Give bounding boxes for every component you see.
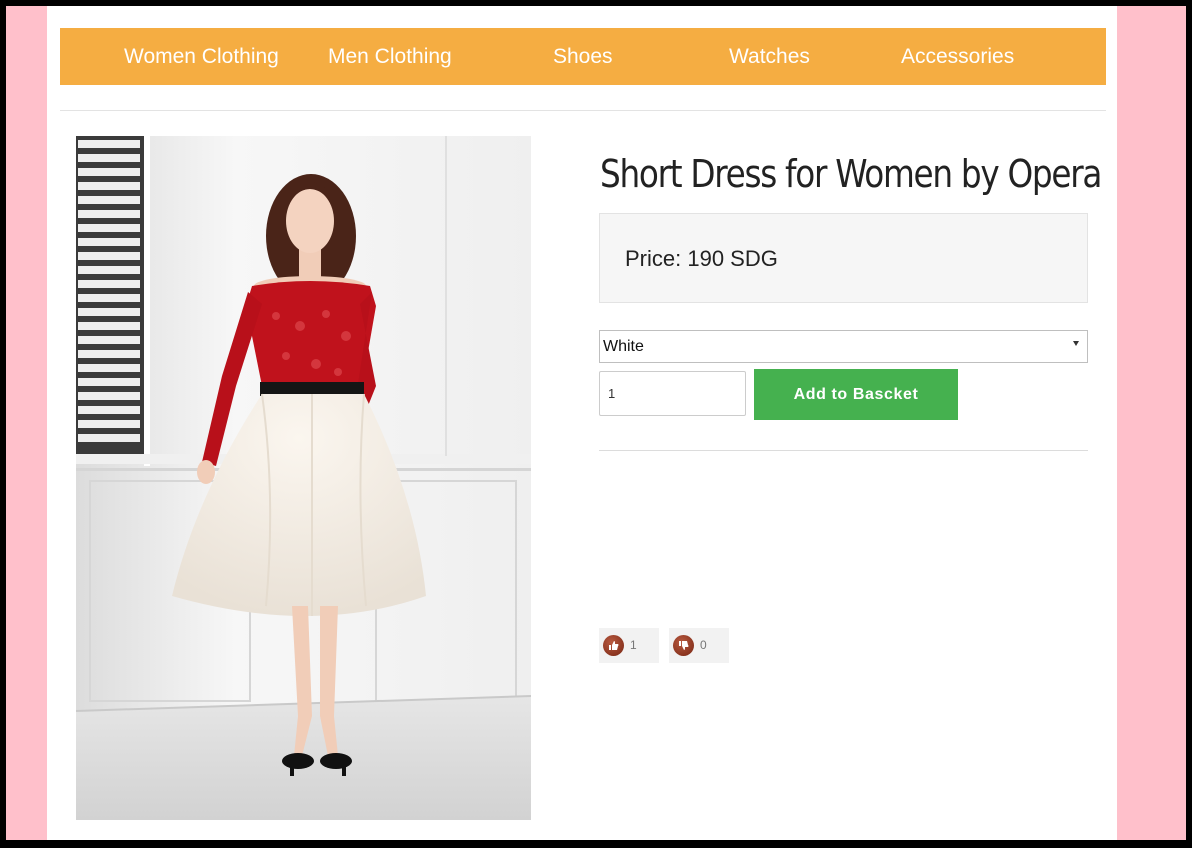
thumbs-up-icon	[603, 635, 624, 656]
dislike-count: 0	[700, 638, 707, 652]
product-image[interactable]	[76, 136, 531, 820]
thumbs-down-icon	[673, 635, 694, 656]
product-photo-dress	[76, 136, 531, 820]
dropdown-arrow-icon	[1073, 341, 1079, 346]
color-select[interactable]: White	[599, 330, 1088, 363]
page-container: Women Clothing Men Clothing Shoes Watche…	[47, 6, 1117, 840]
add-to-basket-button[interactable]: Add to Bascket	[754, 369, 958, 420]
price-text: Price: 190 SDG	[625, 246, 778, 271]
browser-frame: Women Clothing Men Clothing Shoes Watche…	[0, 0, 1192, 848]
product-title: Short Dress for Women by Opera	[600, 152, 1102, 196]
like-count: 1	[630, 638, 637, 652]
like-button[interactable]: 1	[599, 628, 659, 663]
quantity-input[interactable]	[599, 371, 746, 416]
price-box: Price: 190 SDG	[599, 213, 1088, 303]
color-select-value: White	[603, 338, 644, 355]
top-navigation: Women Clothing Men Clothing Shoes Watche…	[60, 28, 1106, 85]
section-divider	[599, 450, 1088, 451]
header-divider	[60, 110, 1106, 111]
nav-item-women-clothing[interactable]: Women Clothing	[124, 28, 279, 85]
dislike-button[interactable]: 0	[669, 628, 729, 663]
nav-item-shoes[interactable]: Shoes	[553, 28, 613, 85]
nav-item-accessories[interactable]: Accessories	[901, 28, 1014, 85]
nav-item-men-clothing[interactable]: Men Clothing	[328, 28, 452, 85]
nav-item-watches[interactable]: Watches	[729, 28, 810, 85]
